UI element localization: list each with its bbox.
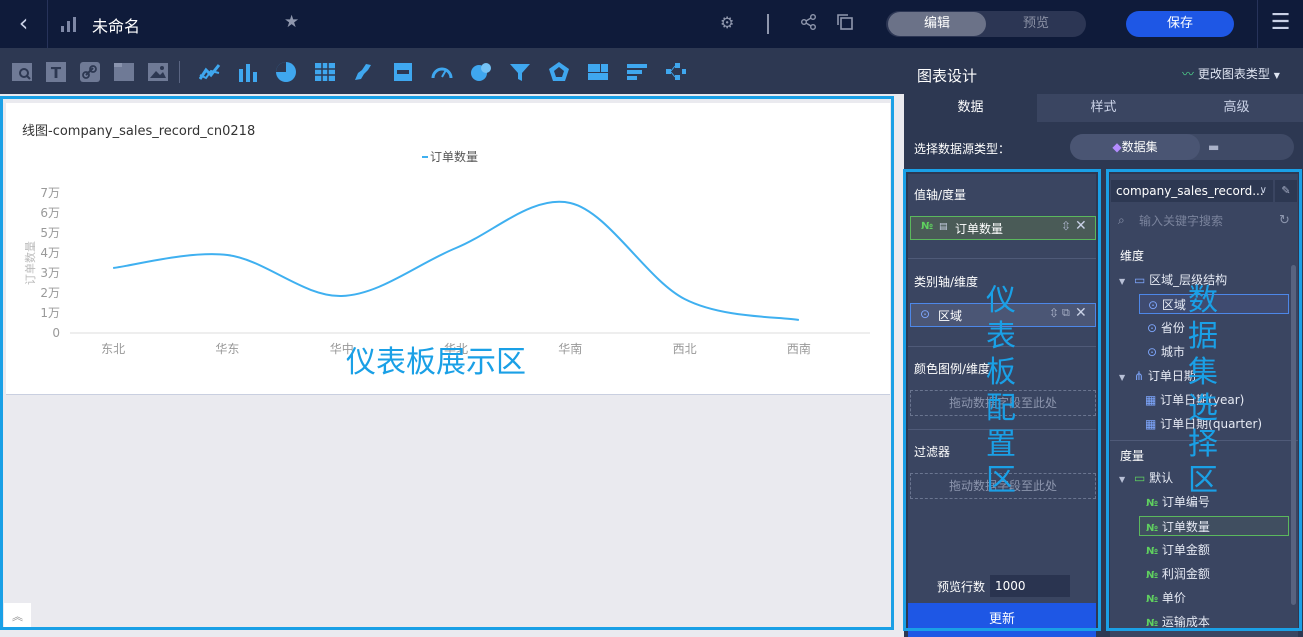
top-bar: [0, 0, 1303, 48]
cube-icon: ◆: [1112, 140, 1122, 154]
config-area-frame: [903, 169, 1101, 631]
radar-chart-icon[interactable]: [548, 61, 570, 83]
line-chart-icon[interactable]: [199, 61, 221, 83]
bar-chart-icon: [61, 17, 76, 32]
gear-icon[interactable]: ⚙: [720, 13, 734, 32]
tab-style[interactable]: 样式: [1037, 94, 1170, 122]
panel-title: 图表设计: [917, 67, 978, 85]
tab-widget-icon[interactable]: [113, 61, 135, 83]
gauge-chart-icon[interactable]: [431, 61, 453, 83]
pie-chart-icon[interactable]: [275, 61, 297, 83]
svg-text:T: T: [51, 64, 62, 82]
copy-icon[interactable]: [836, 13, 854, 31]
toolbar-separator: [179, 61, 180, 83]
share-icon[interactable]: [800, 13, 818, 31]
mode-preview-tab[interactable]: 预览: [988, 12, 1084, 36]
back-button[interactable]: ‹: [0, 0, 48, 48]
change-type-label: 更改图表类型: [1197, 67, 1270, 81]
source-type-label: 选择数据源类型：: [914, 142, 1011, 156]
hamburger-menu-icon[interactable]: ☰: [1257, 0, 1303, 48]
line-chart-icon: 〰: [1182, 67, 1195, 81]
folder-icon[interactable]: ▬: [1208, 140, 1219, 154]
star-icon[interactable]: ★: [284, 12, 299, 32]
display-area-frame: [0, 96, 894, 630]
caret-down-icon: ▼: [1273, 71, 1280, 80]
ranking-chart-icon[interactable]: [626, 61, 648, 83]
table-chart-icon[interactable]: [314, 61, 336, 83]
chevron-left-icon: ‹: [18, 9, 29, 37]
source-dataset-option[interactable]: ◆数据集: [1070, 134, 1200, 160]
bubble-chart-icon[interactable]: [470, 61, 492, 83]
link-widget-icon[interactable]: [79, 61, 101, 83]
source-dataset-label: 数据集: [1121, 140, 1158, 154]
map-chart-icon[interactable]: [352, 61, 374, 83]
text-widget-icon[interactable]: T: [45, 61, 67, 83]
save-button[interactable]: 保存: [1126, 11, 1234, 37]
funnel-chart-icon[interactable]: [509, 61, 531, 83]
image-widget-icon[interactable]: [147, 61, 169, 83]
tree-chart-icon[interactable]: [665, 61, 687, 83]
card-chart-icon[interactable]: [392, 61, 414, 83]
crosstab-chart-icon[interactable]: [587, 61, 609, 83]
tab-advanced[interactable]: 高级: [1170, 94, 1303, 122]
toolbar-divider: [767, 14, 769, 34]
tab-data[interactable]: 数据: [904, 94, 1037, 122]
mode-edit-tab[interactable]: 编辑: [888, 12, 986, 36]
dataset-area-frame: [1106, 169, 1302, 631]
page-title[interactable]: 未命名: [92, 13, 140, 37]
query-widget-icon[interactable]: [11, 61, 33, 83]
change-chart-type-button[interactable]: 〰 更改图表类型 ▼: [1182, 65, 1280, 82]
bar-chart-icon[interactable]: [237, 61, 259, 83]
